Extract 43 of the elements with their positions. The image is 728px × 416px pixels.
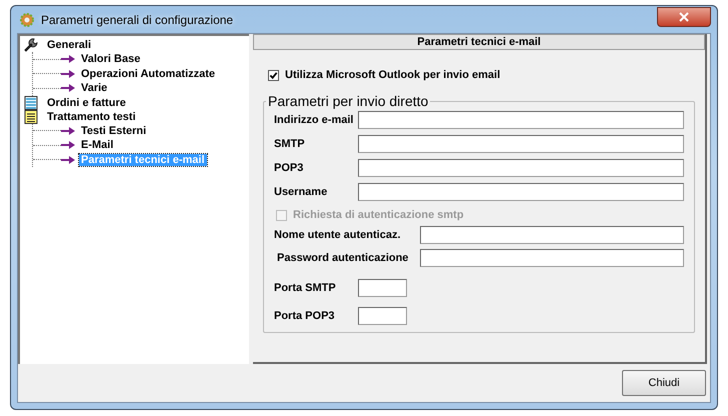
tree-item[interactable]: Operazioni Automatizzate — [79, 68, 218, 80]
field-label: Password autenticazione — [276, 252, 410, 264]
note-icon — [24, 110, 40, 124]
group-title: Parametri per invio diretto — [267, 93, 430, 109]
field-label: Porta SMTP — [274, 282, 337, 294]
input-field[interactable] — [358, 135, 684, 153]
field-label: Indirizzo e-mail — [274, 114, 354, 126]
checkbox-label: Utilizza Microsoft Outlook per invio email — [285, 69, 500, 81]
input-field[interactable] — [358, 279, 407, 297]
close-dialog-button[interactable]: Chiudi — [622, 370, 706, 396]
input-field[interactable] — [358, 307, 407, 325]
arrow-icon — [61, 84, 75, 92]
tree-item[interactable]: E-Mail — [79, 139, 116, 152]
field-label: POP3 — [274, 162, 304, 174]
panel-header: Parametri tecnici e-mail — [253, 34, 705, 50]
tree-item[interactable]: Valori Base — [79, 53, 142, 66]
field-label: Porta POP3 — [274, 310, 336, 322]
tree-item[interactable]: Ordini e fatture — [45, 96, 128, 108]
arrow-icon — [61, 70, 75, 78]
input-field[interactable] — [358, 111, 684, 129]
input-field[interactable] — [358, 183, 684, 201]
arrow-icon — [61, 55, 75, 64]
close-button[interactable] — [657, 6, 711, 26]
list-icon — [24, 96, 40, 110]
arrow-icon — [61, 126, 75, 135]
input-field[interactable] — [420, 249, 684, 267]
field-label: Username — [274, 186, 328, 198]
field-label: SMTP — [274, 138, 306, 150]
tree-item[interactable]: Testi Esterni — [79, 124, 148, 137]
arrow-icon — [61, 156, 75, 164]
checkbox[interactable] — [268, 70, 279, 80]
arrow-icon — [61, 141, 75, 150]
close-icon — [679, 12, 689, 22]
wrench-icon — [24, 38, 40, 52]
field-label: Nome utente autenticaz. — [274, 229, 402, 241]
gear-icon — [19, 12, 35, 28]
tree-item[interactable]: Trattamento testi — [45, 110, 138, 122]
window-title: Parametri generali di configurazione — [41, 12, 234, 26]
input-field[interactable] — [420, 226, 684, 244]
checkbox-label: Richiesta di autenticazione smtp — [293, 209, 464, 221]
tree-item[interactable]: Varie — [79, 82, 110, 94]
tree-item[interactable]: Generali — [45, 39, 94, 51]
input-field[interactable] — [358, 159, 684, 177]
